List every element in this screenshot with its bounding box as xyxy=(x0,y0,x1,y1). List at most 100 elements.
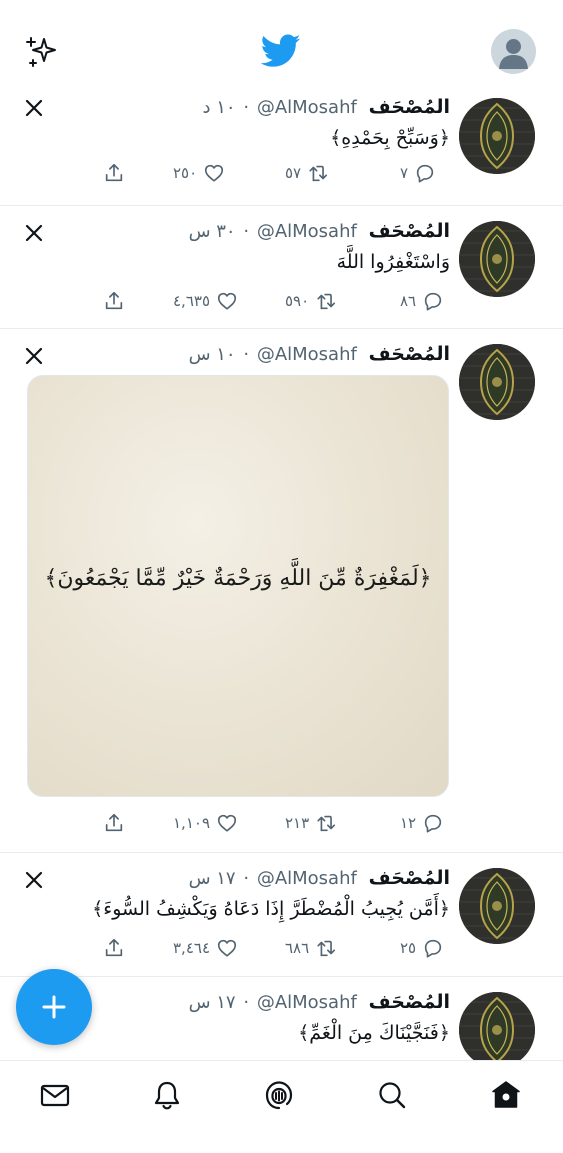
reply-count: ٨٦ xyxy=(400,292,417,310)
reply-button[interactable]: ٨٦ xyxy=(400,288,444,314)
default-avatar-icon xyxy=(499,39,528,69)
tweet-time[interactable]: ١٠ د xyxy=(203,97,236,118)
retweet-count: ٦٨٦ xyxy=(285,939,310,957)
like-count: ٤,٦٣٥ xyxy=(173,292,210,310)
share-button[interactable] xyxy=(103,935,125,961)
share-button[interactable] xyxy=(103,810,125,836)
tweet-text: ﴿أَمَّن يُجِيبُ الْمُضْطَرَّ إِذَا دَعَا… xyxy=(92,898,450,920)
reply-icon xyxy=(424,292,442,311)
like-button[interactable]: ٢٥٠ xyxy=(173,160,225,186)
retweet-count: ٢١٣ xyxy=(285,814,310,832)
author-name[interactable]: المُصْحَف xyxy=(369,991,450,1013)
tweet-avatar[interactable] xyxy=(459,344,535,420)
share-button[interactable] xyxy=(103,288,125,314)
mushaf-cover-icon xyxy=(459,344,535,420)
retweet-button[interactable]: ٥٩٠ xyxy=(285,288,337,314)
twitter-app: المُصْحَف @AlMosahf · ١٠ د ﴿وَسَبِّحْ بِ… xyxy=(0,0,563,1153)
author-handle: @AlMosahf xyxy=(256,344,357,365)
retweet-button[interactable]: ٦٨٦ xyxy=(285,935,337,961)
heart-icon xyxy=(217,814,237,832)
tweet-avatar[interactable] xyxy=(459,221,535,297)
tweet-media-image[interactable]: ﴿لَمَغْفِرَةٌ مِّنَ اللَّهِ وَرَحْمَةٌ خ… xyxy=(27,375,449,797)
reply-icon xyxy=(416,164,434,183)
tweet-time[interactable]: ١٧ س xyxy=(189,868,236,889)
retweet-button[interactable]: ٢١٣ xyxy=(285,810,337,836)
home-icon[interactable] xyxy=(490,1079,522,1111)
tweet-header: المُصْحَف @AlMosahf · ١٠ د xyxy=(203,92,450,122)
reply-button[interactable]: ١٢ xyxy=(400,810,444,836)
reply-count: ٢٥ xyxy=(400,939,417,957)
tweet-actions: ٢٥ ٦٨٦ ٣,٤٦٤ xyxy=(0,935,563,965)
reply-button[interactable]: ٢٥ xyxy=(400,935,444,961)
mail-icon[interactable] xyxy=(39,1079,71,1111)
tweet-actions: ٨٦ ٥٩٠ ٤,٦٣٥ xyxy=(0,288,563,318)
bell-icon[interactable] xyxy=(151,1079,183,1111)
author-name[interactable]: المُصْحَف xyxy=(369,867,450,889)
author-handle: @AlMosahf xyxy=(256,992,357,1013)
tweet-avatar[interactable] xyxy=(459,868,535,944)
like-count: ٣,٤٦٤ xyxy=(173,939,210,957)
like-button[interactable]: ١,١٠٩ xyxy=(173,810,238,836)
retweet-count: ٥٩٠ xyxy=(285,292,310,310)
media-verse-text: ﴿لَمَغْفِرَةٌ مِّنَ اللَّهِ وَرَحْمَةٌ خ… xyxy=(44,566,432,591)
tweet-header: المُصْحَف @AlMosahf · ٣٠ س xyxy=(189,216,450,246)
tweet-text: وَاسْتَغْفِرُوا اللَّهَ xyxy=(336,251,450,273)
reply-count: ١٢ xyxy=(400,814,417,832)
mushaf-cover-icon xyxy=(459,992,535,1060)
plus-icon xyxy=(42,995,66,1019)
twitter-bird-icon[interactable] xyxy=(261,33,301,69)
spaces-icon[interactable] xyxy=(263,1079,295,1111)
share-button[interactable] xyxy=(103,160,125,186)
profile-avatar[interactable] xyxy=(491,29,536,74)
reply-count: ٧ xyxy=(400,164,409,182)
tweet-text: ﴿وَسَبِّحْ بِحَمْدِهِ﴾ xyxy=(330,127,450,149)
compose-tweet-button[interactable] xyxy=(16,969,92,1045)
sparkle-icon[interactable] xyxy=(24,34,60,70)
tweet-time[interactable]: ٣٠ س xyxy=(189,221,236,242)
close-icon[interactable] xyxy=(22,96,46,120)
tweet-actions: ٧ ٥٧ ٢٥٠ xyxy=(0,160,563,190)
tweet-actions: ١٢ ٢١٣ ١,١٠٩ xyxy=(0,810,563,840)
tweet-time[interactable]: ١٧ س xyxy=(189,992,236,1013)
heart-icon xyxy=(205,164,224,182)
separator-dot: · xyxy=(243,868,250,889)
tweet[interactable]: المُصْحَف @AlMosahf · ٣٠ س وَاسْتَغْفِرُ… xyxy=(0,206,563,329)
separator-dot: · xyxy=(243,221,250,242)
like-count: ١,١٠٩ xyxy=(173,814,210,832)
heart-icon xyxy=(217,292,237,310)
separator-dot: · xyxy=(243,992,250,1013)
author-name[interactable]: المُصْحَف xyxy=(369,220,450,242)
author-handle: @AlMosahf xyxy=(256,868,357,889)
search-icon[interactable] xyxy=(376,1079,408,1111)
tweet-header: المُصْحَف @AlMosahf · ١٠ س xyxy=(189,339,450,369)
reply-button[interactable]: ٧ xyxy=(400,160,436,186)
share-icon xyxy=(105,163,123,182)
author-name[interactable]: المُصْحَف xyxy=(369,96,450,118)
close-icon[interactable] xyxy=(22,868,46,892)
author-name[interactable]: المُصْحَف xyxy=(369,343,450,365)
tweet[interactable]: المُصْحَف @AlMosahf · ١٠ س ﴿لَمَغْفِرَةٌ… xyxy=(0,329,563,853)
retweet-button[interactable]: ٥٧ xyxy=(285,160,329,186)
mushaf-cover-icon xyxy=(459,868,535,944)
bottom-navigation xyxy=(0,1060,563,1153)
like-button[interactable]: ٣,٤٦٤ xyxy=(173,935,238,961)
top-bar xyxy=(0,0,563,92)
close-icon[interactable] xyxy=(22,221,46,245)
tweet[interactable]: المُصْحَف @AlMosahf · ١٠ د ﴿وَسَبِّحْ بِ… xyxy=(0,92,563,206)
separator-dot: · xyxy=(243,344,250,365)
reply-icon xyxy=(424,814,442,833)
retweet-icon xyxy=(317,940,336,957)
timeline: المُصْحَف @AlMosahf · ١٠ د ﴿وَسَبِّحْ بِ… xyxy=(0,92,563,1060)
like-button[interactable]: ٤,٦٣٥ xyxy=(173,288,238,314)
retweet-icon xyxy=(317,815,336,832)
separator-dot: · xyxy=(243,97,250,118)
tweet-time[interactable]: ١٠ س xyxy=(189,344,236,365)
tweet[interactable]: المُصْحَف @AlMosahf · ١٧ س ﴿أَمَّن يُجِي… xyxy=(0,853,563,977)
share-icon xyxy=(105,291,123,310)
retweet-icon xyxy=(317,293,336,310)
tweet-avatar[interactable] xyxy=(459,992,535,1060)
heart-icon xyxy=(217,939,237,957)
close-icon[interactable] xyxy=(22,344,46,368)
tweet-header: المُصْحَف @AlMosahf · ١٧ س xyxy=(189,863,450,893)
tweet-text: ﴿فَنَجَّيْنَاكَ مِنَ الْغَمِّ﴾ xyxy=(298,1022,450,1044)
